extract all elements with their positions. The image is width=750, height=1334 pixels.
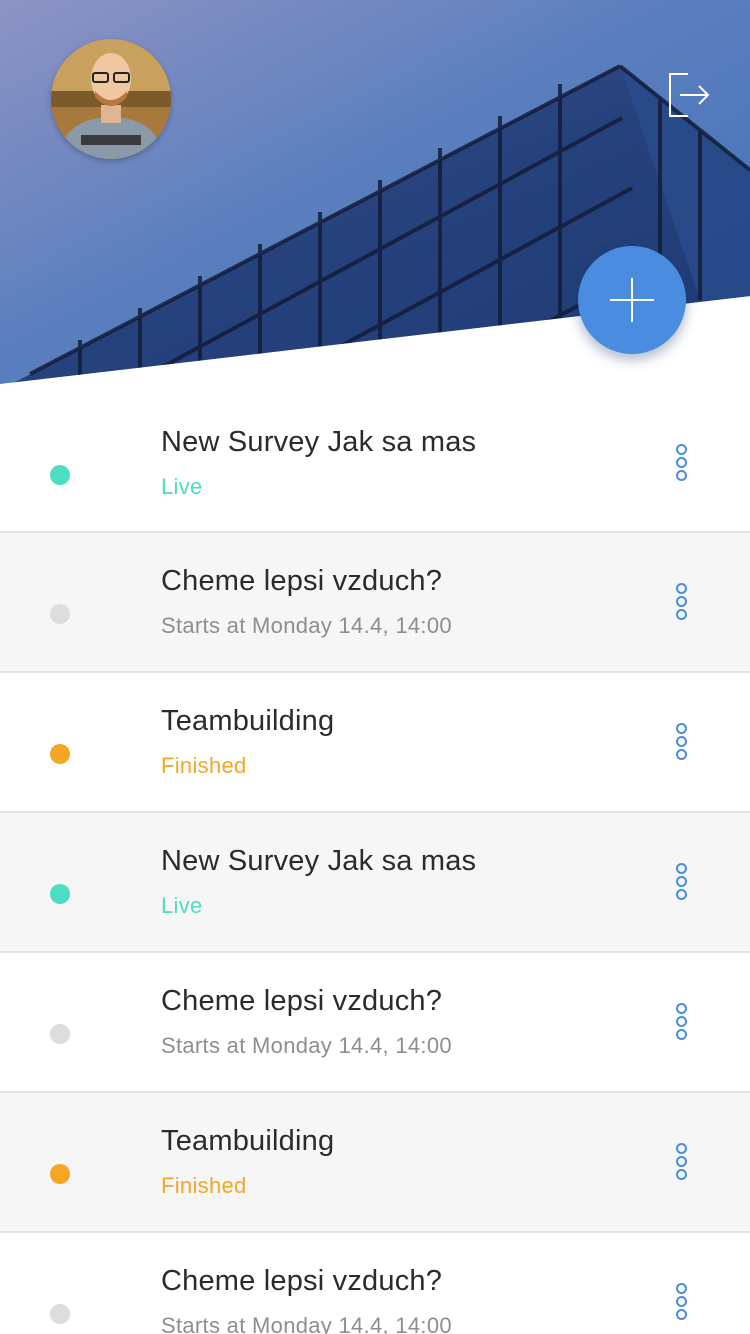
more-options-icon[interactable] bbox=[670, 1143, 692, 1187]
status-dot bbox=[50, 604, 70, 624]
survey-row[interactable]: New Survey Jak sa mas Live bbox=[0, 813, 750, 953]
menu-dot bbox=[675, 723, 687, 734]
survey-row[interactable]: Cheme lepsi vzduch? Starts at Monday 14.4… bbox=[0, 533, 750, 673]
menu-dot bbox=[675, 583, 687, 594]
survey-status: Finished bbox=[161, 1173, 247, 1198]
survey-status: Starts at Monday 14.4, 14:00 bbox=[161, 1033, 452, 1058]
add-survey-button[interactable] bbox=[578, 246, 686, 354]
survey-row[interactable]: Cheme lepsi vzduch? Starts at Monday 14.4… bbox=[0, 953, 750, 1093]
menu-dot bbox=[675, 1016, 687, 1027]
survey-list: New Survey Jak sa mas Live Cheme lepsi vzd… bbox=[0, 394, 750, 1334]
status-dot bbox=[50, 744, 70, 764]
survey-title: Cheme lepsi vzduch? bbox=[161, 1265, 443, 1297]
survey-status: Starts at Monday 14.4, 14:00 bbox=[161, 1313, 452, 1334]
status-dot bbox=[50, 1024, 70, 1044]
survey-status: Live bbox=[161, 474, 203, 499]
header-banner bbox=[0, 0, 750, 390]
more-options-icon[interactable] bbox=[670, 1283, 692, 1327]
more-options-icon[interactable] bbox=[670, 444, 692, 488]
survey-title: New Survey Jak sa mas bbox=[161, 426, 477, 458]
menu-dot bbox=[675, 444, 687, 455]
menu-dot bbox=[675, 889, 687, 900]
survey-row[interactable]: Cheme lepsi vzduch? Starts at Monday 14.4… bbox=[0, 1233, 750, 1334]
status-dot bbox=[50, 1304, 70, 1324]
menu-dot bbox=[675, 1169, 687, 1180]
survey-row[interactable]: New Survey Jak sa mas Live bbox=[0, 394, 750, 533]
survey-title: Cheme lepsi vzduch? bbox=[161, 985, 443, 1017]
menu-dot bbox=[675, 470, 687, 481]
more-options-icon[interactable] bbox=[670, 583, 692, 627]
menu-dot bbox=[675, 863, 687, 874]
status-dot bbox=[50, 1164, 70, 1184]
survey-status: Starts at Monday 14.4, 14:00 bbox=[161, 613, 452, 638]
logout-button[interactable] bbox=[664, 70, 714, 120]
more-options-icon[interactable] bbox=[670, 723, 692, 767]
menu-dot bbox=[675, 1003, 687, 1014]
menu-dot bbox=[675, 457, 687, 468]
survey-title: New Survey Jak sa mas bbox=[161, 845, 477, 877]
survey-title: Cheme lepsi vzduch? bbox=[161, 565, 443, 597]
menu-dot bbox=[675, 749, 687, 760]
menu-dot bbox=[675, 1283, 687, 1294]
status-dot bbox=[50, 884, 70, 904]
more-options-icon[interactable] bbox=[670, 1003, 692, 1047]
menu-dot bbox=[675, 609, 687, 620]
survey-row[interactable]: Teambuilding Finished bbox=[0, 1093, 750, 1233]
user-avatar[interactable] bbox=[51, 39, 171, 159]
survey-status: Live bbox=[161, 893, 203, 918]
survey-title: Teambuilding bbox=[161, 705, 335, 737]
status-dot bbox=[50, 465, 70, 485]
survey-title: Teambuilding bbox=[161, 1125, 335, 1157]
menu-dot bbox=[675, 1029, 687, 1040]
more-options-icon[interactable] bbox=[670, 863, 692, 907]
logout-icon bbox=[669, 73, 710, 117]
menu-dot bbox=[675, 1156, 687, 1167]
survey-status: Finished bbox=[161, 753, 247, 778]
menu-dot bbox=[675, 1143, 687, 1154]
menu-dot bbox=[675, 1296, 687, 1307]
menu-dot bbox=[675, 596, 687, 607]
avatar-photo bbox=[51, 39, 171, 159]
survey-row[interactable]: Teambuilding Finished bbox=[0, 673, 750, 813]
menu-dot bbox=[675, 1309, 687, 1320]
menu-dot bbox=[675, 736, 687, 747]
menu-dot bbox=[675, 876, 687, 887]
